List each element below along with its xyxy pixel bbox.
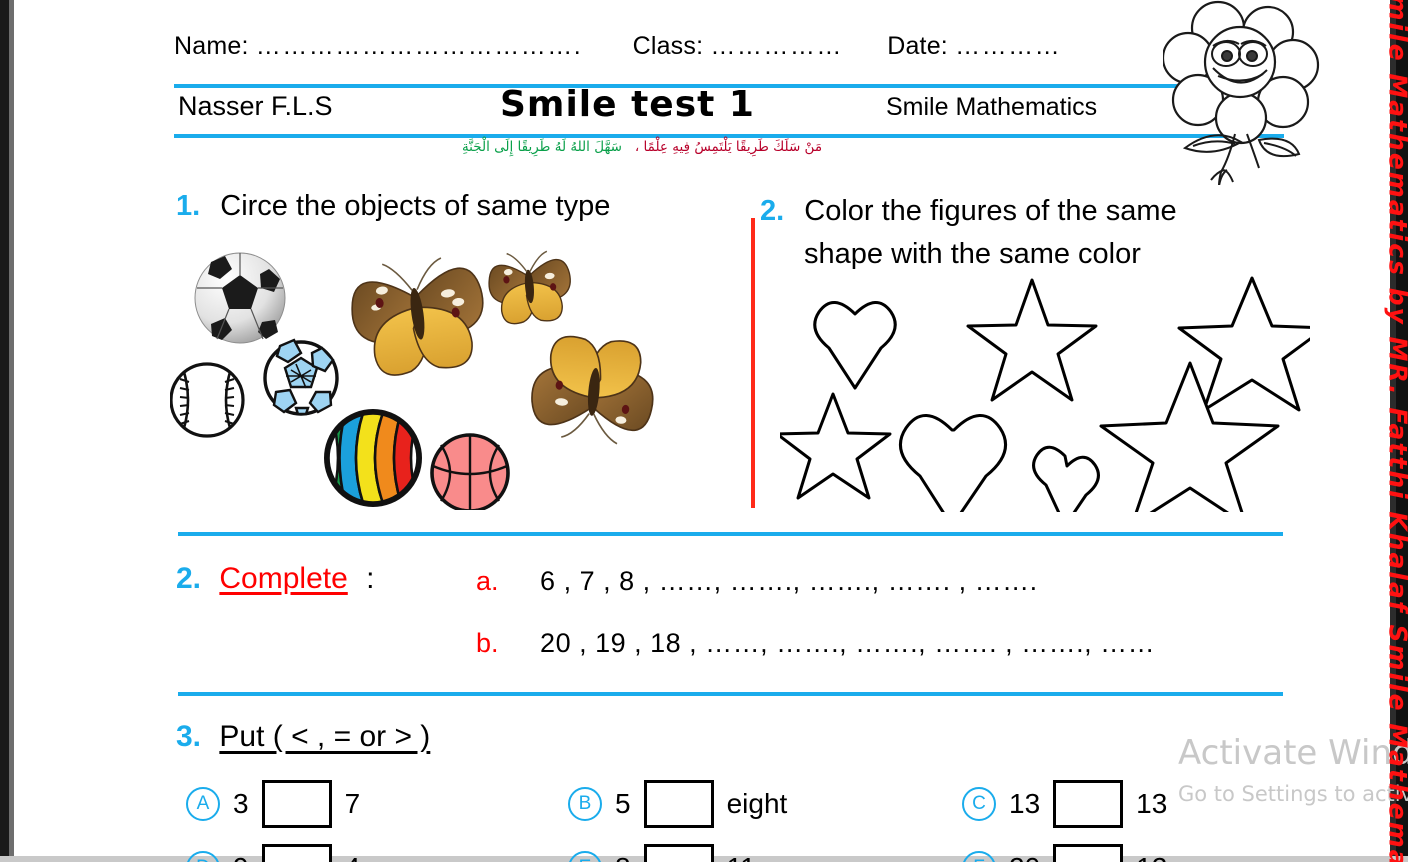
header-rule-bottom <box>174 134 1284 138</box>
complete-word: Complete <box>219 562 348 595</box>
compare-item-e: E 8 11 <box>568 844 756 862</box>
compare-c-left: 13 <box>1009 788 1041 819</box>
brand-name: Smile Mathematics <box>886 93 1098 121</box>
exercise-2-shapes-heading: 2. Color the figures of the same shape w… <box>760 190 1310 276</box>
flower-mascot-icon <box>1163 0 1320 185</box>
compare-item-b: B 5 eight <box>568 780 787 828</box>
compare-e-left: 8 <box>615 852 631 862</box>
butterfly-icon <box>531 335 654 445</box>
date-blank[interactable]: ………… <box>955 32 1061 61</box>
compare-a-right: 7 <box>344 788 361 819</box>
compare-item-d: D 9 4 <box>186 844 360 862</box>
compare-item-f: F 20 12 <box>962 844 1167 862</box>
compare-f-answer-box[interactable] <box>1053 844 1124 862</box>
side-branding-text: Smile Mathematics by MR. Fatthi Khalaf S… <box>1318 0 1408 862</box>
section-rule-2 <box>178 692 1283 696</box>
exercise-1-heading: 1. Circe the objects of same type <box>176 190 610 223</box>
compare-b-left: 5 <box>615 788 631 819</box>
hadith-part-red: مَنْ سَلَكَ طَرِيقًا يَلْتَمِسُ فِيهِ عِ… <box>634 139 823 155</box>
date-label: Date: <box>887 32 948 60</box>
compare-e-right: 11 <box>727 852 756 862</box>
compare-a-left: 3 <box>233 788 249 819</box>
star-shape <box>966 278 1098 402</box>
exercise-3-title: Put ( < , = or > ) <box>219 720 431 753</box>
butterfly-icon <box>488 250 571 325</box>
item-b-label: b. <box>476 628 499 658</box>
compare-f-right: 12 <box>1136 852 1167 862</box>
heart-shape <box>813 301 897 390</box>
rainbow-ball-icon <box>324 409 422 507</box>
heart-shape <box>898 414 1008 512</box>
option-letter-d: D <box>186 851 220 862</box>
compare-item-c: C 13 13 <box>962 780 1167 828</box>
complete-colon: : <box>366 562 375 595</box>
objects-illustration-group <box>170 250 654 510</box>
name-blank[interactable]: ………………………………. <box>256 32 582 61</box>
compare-row-2: D 9 4 E 8 11 F 20 12 <box>186 844 1366 862</box>
complete-item-a: a. 6 , 7 , 8 , ……, ……., ……., ……. , ……. <box>476 566 1038 597</box>
name-label: Name: <box>174 32 249 60</box>
compare-item-a: A 3 7 <box>186 780 360 828</box>
student-info-row: Name: ………………………………. Class: …………… Date: …… <box>174 32 1154 68</box>
exercise-1-text: Circe the objects of same type <box>220 190 611 222</box>
complete-item-b: b. 20 , 19 , 18 , ……, ……., ……., ……. , ……… <box>476 628 1155 659</box>
pink-basketball-icon <box>430 433 510 510</box>
compare-b-answer-box[interactable] <box>643 780 714 828</box>
hadith-part-green: سَهَّلَ اللهُ لَهُ طَرِيقًا إِلَى الْجَن… <box>461 139 622 155</box>
blue-ball-icon <box>263 338 339 416</box>
title-row: Nasser F.L.S Smile test 1 Smile Mathemat… <box>174 84 1284 134</box>
option-letter-c: C <box>962 787 996 821</box>
exercise-2-number: 2. <box>760 195 785 227</box>
class-label: Class: <box>632 32 704 60</box>
compare-d-right: 4 <box>345 852 361 862</box>
exercise-3-number: 3. <box>176 720 202 753</box>
compare-d-answer-box[interactable] <box>261 844 332 862</box>
section-rule-1 <box>178 532 1283 536</box>
column-divider <box>751 218 755 508</box>
heart-shape <box>1032 445 1100 512</box>
compare-a-answer-box[interactable] <box>261 780 332 828</box>
scan-edge-left-inner <box>9 0 14 862</box>
item-b-sequence[interactable]: 20 , 19 , 18 , ……, ……., ……., ……. , ……., … <box>540 628 1155 658</box>
option-letter-f: F <box>962 851 996 862</box>
compare-d-left: 9 <box>233 852 249 862</box>
exercise-2-line1: Color the figures of the same <box>804 195 1177 227</box>
star-shape <box>1099 361 1280 512</box>
compare-b-right: eight <box>726 788 788 819</box>
page-title: Smile test 1 <box>500 84 755 125</box>
compare-e-answer-box[interactable] <box>643 844 714 862</box>
star-shape <box>780 392 892 500</box>
exercise-3-heading: 3. Put ( < , = or > ) <box>176 720 430 754</box>
option-letter-a: A <box>186 787 220 821</box>
shapes-group <box>780 276 1310 512</box>
class-blank[interactable]: …………… <box>710 32 843 61</box>
item-a-sequence[interactable]: 6 , 7 , 8 , ……, ……., ……., ……. , ……. <box>540 566 1038 596</box>
butterfly-icon <box>351 257 484 376</box>
compare-c-right: 13 <box>1136 788 1168 819</box>
complete-label: 2. Complete : <box>176 562 374 596</box>
item-a-label: a. <box>476 566 499 596</box>
exercise-1-number: 1. <box>176 190 201 222</box>
baseball-icon <box>170 362 245 438</box>
option-letter-e: E <box>568 851 602 862</box>
soccer-ball-icon <box>194 252 286 344</box>
compare-f-left: 20 <box>1009 852 1040 862</box>
scan-edge-left <box>0 0 9 862</box>
complete-number: 2. <box>176 562 202 595</box>
hadith-text: مَنْ سَلَكَ طَرِيقًا يَلْتَمِسُ فِيهِ عِ… <box>0 139 1284 155</box>
school-name: Nasser F.L.S <box>178 91 333 121</box>
option-letter-b: B <box>568 787 602 821</box>
compare-c-answer-box[interactable] <box>1053 780 1124 828</box>
side-branding-label: Smile Mathematics by MR. Fatthi Khalaf S… <box>1383 0 1408 862</box>
worksheet-page: Name: ………………………………. Class: …………… Date: …… <box>0 0 1408 862</box>
